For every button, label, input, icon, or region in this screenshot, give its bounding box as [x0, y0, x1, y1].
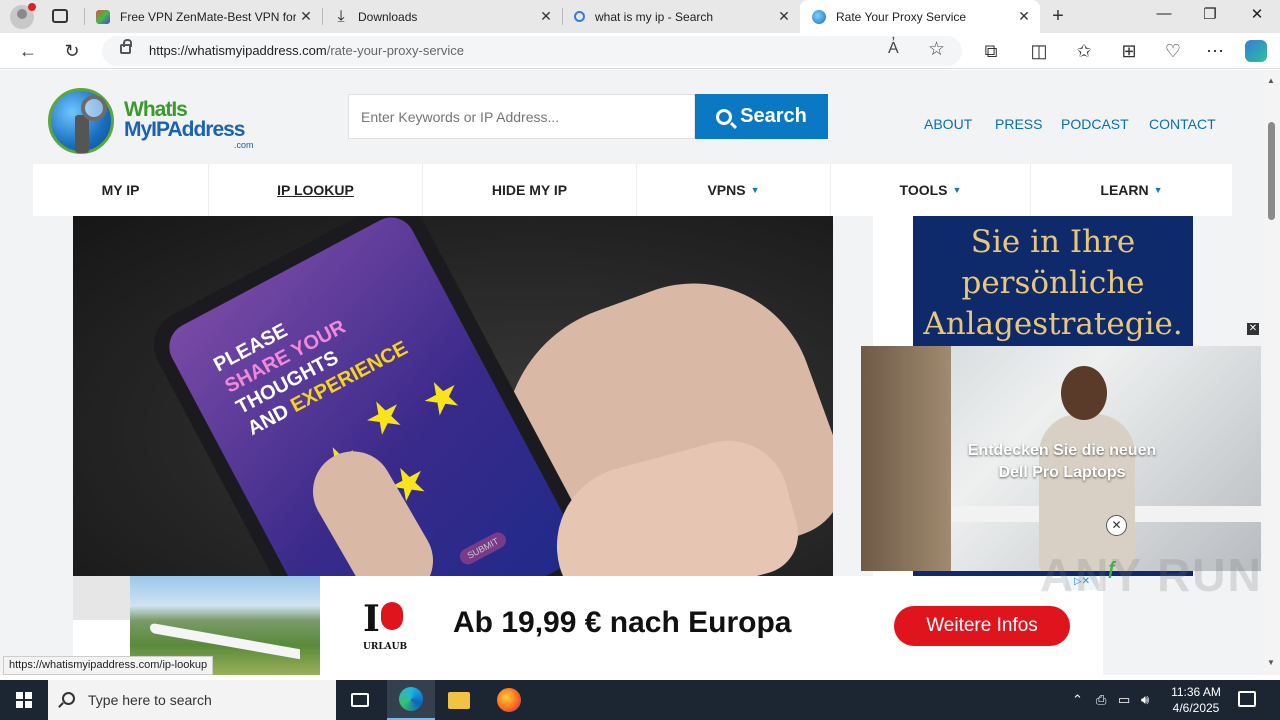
tab-actions-icon[interactable] [52, 9, 68, 23]
main-nav-ip-lookup[interactable]: IP LOOKUP [209, 164, 423, 216]
close-tab-icon[interactable]: ✕ [774, 8, 794, 25]
close-video-ad-button[interactable]: ✕ [1247, 323, 1259, 335]
video-ad[interactable]: Entdecken Sie die neuen Dell Pro Laptops [861, 346, 1261, 571]
download-icon: ⤓ [337, 7, 345, 25]
favorites-icon[interactable]: ✩ [1071, 39, 1097, 63]
file-explorer-button[interactable] [435, 680, 483, 720]
taskbar-search[interactable]: Type here to search [48, 680, 336, 720]
task-view-icon [351, 693, 369, 707]
search-icon [574, 11, 585, 22]
back-arrow-icon[interactable]: ← [15, 39, 41, 63]
video-ad-caption: Entdecken Sie die neuen Dell Pro Laptops [967, 442, 1157, 481]
minimize-button[interactable]: — [1141, 5, 1187, 22]
favorite-star-icon[interactable]: ☆ [928, 38, 945, 61]
caret-down-icon: ▼ [750, 185, 760, 195]
rating-star-icon: ★ [355, 385, 414, 448]
network-device-icon[interactable]: ⎙ [1096, 692, 1106, 708]
nav-press-link[interactable]: PRESS [995, 116, 1042, 132]
rating-star-icon: ★ [413, 366, 471, 429]
refresh-icon[interactable]: ↻ [59, 39, 85, 63]
read-aloud-icon[interactable]: A̓ [888, 40, 899, 58]
close-window-button[interactable]: ✕ [1234, 5, 1280, 23]
main-nav-tools[interactable]: TOOLS ▼ [831, 164, 1031, 216]
close-ad-button[interactable]: ✕ [1106, 515, 1127, 536]
site-favicon-icon [812, 9, 826, 24]
zenmate-favicon-icon [96, 9, 110, 24]
search-button[interactable]: Search [695, 94, 828, 139]
task-view-button[interactable] [336, 680, 384, 720]
ad-headline: Ab 19,99 € nach Europa [453, 606, 792, 639]
caret-down-icon: ▼ [952, 185, 962, 195]
scrollbar-thumb[interactable] [1268, 122, 1275, 220]
nav-podcast-link[interactable]: PODCAST [1061, 116, 1129, 132]
close-tab-icon[interactable]: ✕ [536, 8, 556, 25]
new-tab-button[interactable]: + [1046, 5, 1070, 28]
volume-icon[interactable]: 🔊︎ [1141, 692, 1149, 708]
taskbar-search-placeholder: Type here to search [88, 692, 212, 708]
tab-title: what is my ip - Search [595, 9, 714, 24]
more-menu-icon[interactable]: ⋯ [1202, 39, 1228, 63]
tab-title: Rate Your Proxy Service [836, 9, 967, 24]
browser-essentials-icon[interactable]: ♡ [1160, 39, 1186, 63]
show-hidden-icons[interactable]: ⌃ [1072, 692, 1083, 708]
restore-button[interactable]: ❐ [1187, 5, 1233, 23]
watermark-text: ANY RUN [1040, 549, 1263, 601]
tab-title: Downloads [358, 9, 418, 24]
close-tab-icon[interactable]: ✕ [1014, 8, 1034, 25]
page-scrollbar[interactable]: ▲ ▼ [1264, 70, 1280, 675]
tab-zenmate[interactable]: Free VPN ZenMate-Best VPN for ✕ [84, 0, 322, 33]
bottom-banner-ad[interactable]: I URLAUB Ab 19,99 € nach Europa Weitere … [73, 576, 1103, 675]
collections-icon[interactable]: ⊞ [1116, 39, 1142, 63]
hero-image: PLEASE SHARE YOUR THOUGHTS AND EXPERIENC… [73, 216, 833, 576]
taskbar: Type here to search ⌃ ⎙ ▭ 🔊︎ 11:36 AM 4/… [0, 680, 1280, 720]
logo-text-line2: MyIPAddress [124, 118, 245, 141]
brand-logo: I URLAUB [363, 598, 408, 652]
edge-icon [399, 687, 423, 711]
main-nav-vpns[interactable]: VPNS ▼ [637, 164, 831, 216]
notifications-icon[interactable] [1238, 691, 1256, 707]
firefox-button[interactable] [485, 680, 533, 720]
tab-rate-proxy[interactable]: Rate Your Proxy Service ✕ [800, 0, 1040, 33]
search-icon [62, 692, 75, 705]
taskbar-clock[interactable]: 11:36 AM 4/6/2025 [1160, 684, 1232, 716]
main-nav-hide-my-ip[interactable]: HIDE MY IP [423, 164, 637, 216]
url-text: https://whatismyipaddress.com/rate-your-… [149, 43, 464, 58]
folder-icon [448, 691, 470, 709]
ad-cta-button[interactable]: Weitere Infos [894, 606, 1070, 646]
search-icon [716, 108, 733, 125]
main-navigation: MY IP IP LOOKUP HIDE MY IP VPNS ▼ TOOLS ▼ … [33, 164, 1232, 216]
heart-logo-icon [381, 602, 403, 630]
network-icon[interactable]: ▭ [1118, 692, 1130, 708]
windows-start-icon[interactable] [16, 692, 32, 708]
address-bar[interactable]: https://whatismyipaddress.com/rate-your-… [102, 36, 962, 66]
extensions-icon[interactable]: ⧉ [978, 39, 1004, 63]
edge-taskbar-button[interactable] [387, 680, 435, 720]
close-tab-icon[interactable]: ✕ [296, 8, 316, 25]
nav-contact-link[interactable]: CONTACT [1149, 116, 1216, 132]
status-url: https://whatismyipaddress.com/ip-lookup [3, 656, 214, 675]
copilot-icon[interactable] [1245, 40, 1267, 62]
profile-avatar-icon[interactable] [10, 3, 36, 29]
logo-text-line3: .com [234, 140, 254, 150]
submit-button-image: SUBMIT [457, 529, 509, 568]
browser-toolbar: ← ↻ https://whatismyipaddress.com/rate-y… [0, 33, 1280, 69]
lock-icon [120, 39, 132, 54]
main-nav-my-ip[interactable]: MY IP [33, 164, 209, 216]
search-button-label: Search [740, 105, 807, 127]
search-input[interactable] [348, 94, 695, 139]
caret-down-icon: ▼ [1153, 185, 1163, 195]
main-nav-learn[interactable]: LEARN ▼ [1031, 164, 1232, 216]
tab-strip: Free VPN ZenMate-Best VPN for ✕ ⤓ Downlo… [0, 0, 1280, 33]
nav-about-link[interactable]: ABOUT [924, 116, 972, 132]
tab-downloads[interactable]: ⤓ Downloads ✕ [322, 0, 562, 33]
site-logo[interactable]: WhatIs MyIPAddress .com [48, 88, 258, 158]
tab-title: Free VPN ZenMate-Best VPN for [120, 9, 296, 24]
firefox-icon [497, 688, 521, 712]
tab-search[interactable]: what is my ip - Search ✕ [562, 0, 800, 33]
globe-logo-icon [48, 88, 114, 154]
split-screen-icon[interactable]: ◫ [1026, 39, 1052, 63]
